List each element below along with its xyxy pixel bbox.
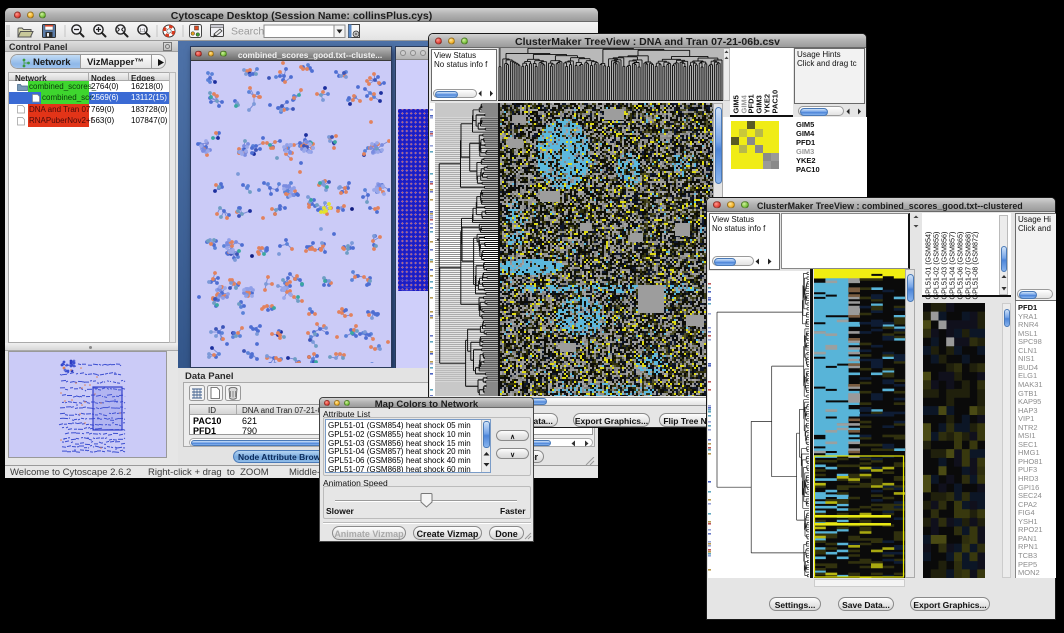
svg-text:1:1: 1:1 <box>139 28 146 33</box>
svg-text:Search:: Search: <box>231 26 267 38</box>
